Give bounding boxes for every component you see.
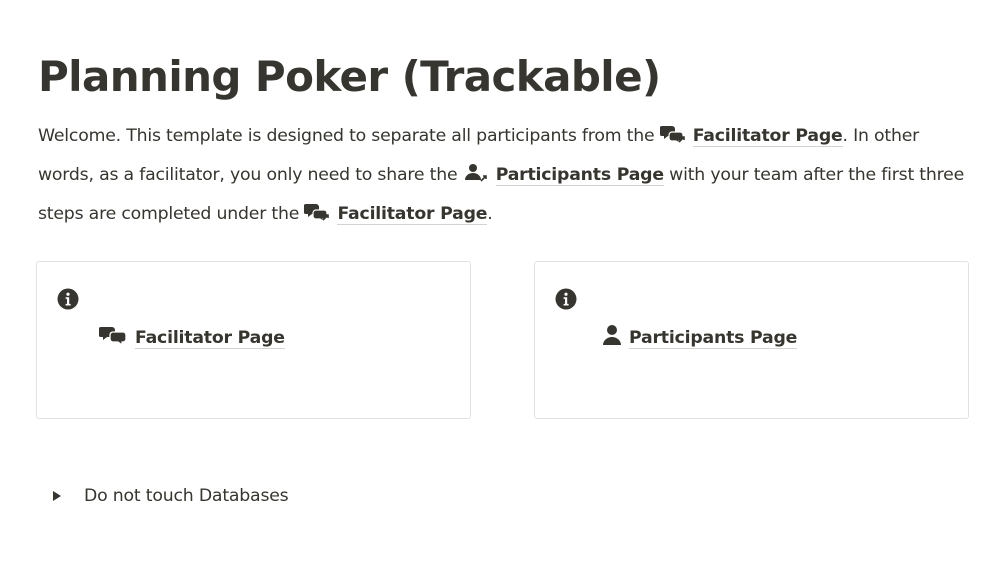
callout-row: Facilitator Page Participants Page	[36, 261, 972, 421]
participants-page-link-label: Participants Page	[495, 165, 664, 186]
toggle-label: Do not touch Databases	[84, 486, 289, 506]
intro-text-4: .	[487, 204, 493, 224]
info-icon	[555, 288, 577, 310]
comments-arrow-icon	[303, 199, 331, 235]
triangle-right-icon[interactable]	[48, 487, 66, 505]
intro-paragraph: Welcome. This template is designed to se…	[38, 118, 972, 235]
info-icon	[57, 288, 79, 310]
intro-text-1: Welcome. This template is designed to se…	[38, 126, 660, 146]
participants-page-link[interactable]: Participants Page	[601, 324, 797, 355]
facilitator-page-link[interactable]: Facilitator Page	[98, 324, 285, 355]
page-content: Planning Poker (Trackable) Welcome. This…	[36, 46, 972, 506]
user-icon	[601, 324, 623, 355]
participants-callout: Participants Page	[534, 261, 969, 419]
facilitator-page-mention[interactable]: Facilitator Page	[658, 126, 843, 147]
comments-arrow-icon	[658, 121, 687, 157]
participants-page-link-label: Participants Page	[629, 328, 798, 349]
page-title: Planning Poker (Trackable)	[38, 52, 661, 101]
facilitator-callout: Facilitator Page	[36, 261, 471, 419]
participants-page-mention[interactable]: Participants Page	[463, 164, 664, 186]
comments-icon	[98, 324, 129, 355]
user-arrow-icon	[463, 160, 490, 196]
facilitator-page-link-label: Facilitator Page	[692, 126, 843, 147]
facilitator-page-link-label: Facilitator Page	[135, 328, 285, 349]
databases-toggle[interactable]: Do not touch Databases	[48, 486, 289, 506]
facilitator-page-link-label: Facilitator Page	[337, 204, 488, 225]
facilitator-page-mention-2[interactable]: Facilitator Page	[303, 204, 488, 225]
